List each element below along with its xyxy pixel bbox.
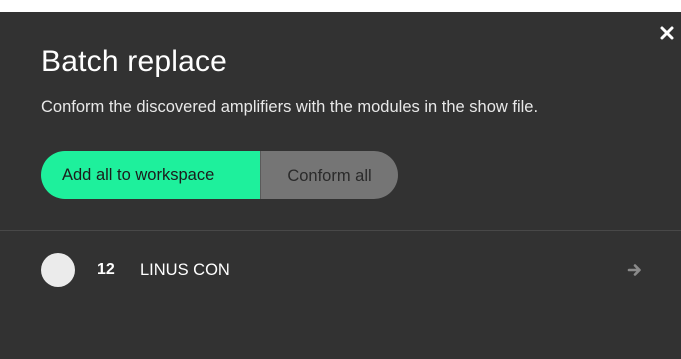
item-number: 12 [97,261,115,278]
divider [0,230,681,231]
arrow-right-icon[interactable] [627,263,643,277]
dialog-subtitle: Conform the discovered amplifiers with t… [41,98,539,116]
item-name: LINUS CON [140,261,230,279]
batch-replace-dialog: Batch replace Conform the discovered amp… [0,12,681,359]
add-all-to-workspace-button[interactable]: Add all to workspace [41,151,260,199]
close-icon [660,26,674,40]
conform-all-button[interactable]: Conform all [260,151,398,199]
action-button-group: Add all to workspace Conform all [41,151,398,199]
status-circle-icon [41,253,75,287]
list-item[interactable]: 12 LINUS CON [0,249,681,291]
close-button[interactable] [659,25,675,41]
dialog-title: Batch replace [41,45,228,78]
